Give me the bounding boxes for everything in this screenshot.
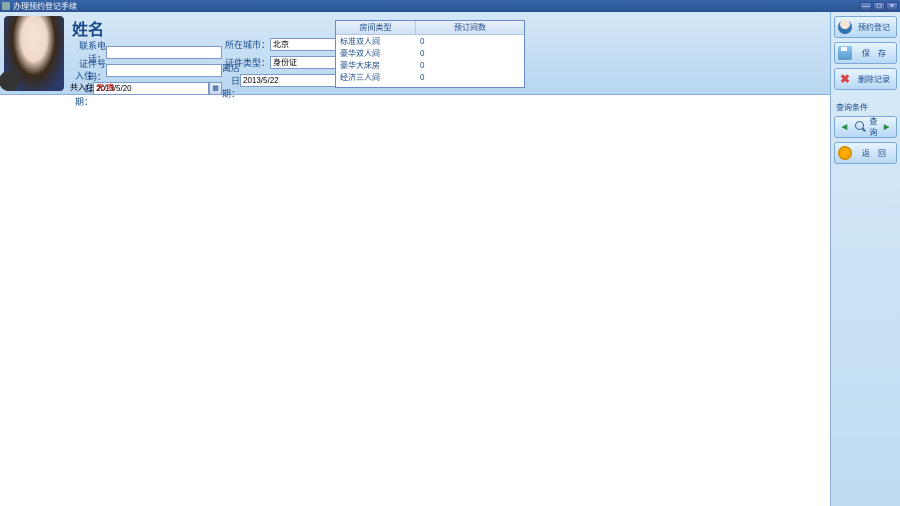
back-icon	[838, 146, 852, 160]
query-button[interactable]: ◄ 查询 ►	[834, 116, 897, 138]
name-heading: 姓名	[72, 16, 222, 40]
calendar-icon[interactable]: ▦	[209, 82, 222, 95]
delete-icon: ✖	[838, 72, 852, 86]
city-label: 所在城市：	[222, 38, 270, 51]
idtype-value: 身份证	[273, 57, 297, 68]
save-icon	[838, 46, 852, 60]
content-area	[0, 95, 830, 506]
sidebar: 预约登记 保 存 ✖ 删除记录 查询条件 ◄ 查询 ► 返 回	[830, 12, 900, 506]
room-table: 房间类型 预订间数 标准双人间 0 豪华双人间 0 豪华大床房 0 经济三人间	[335, 20, 525, 88]
arrow-right-icon: ►	[880, 120, 893, 134]
person-icon	[838, 20, 852, 34]
delete-button[interactable]: ✖ 删除记录	[834, 68, 897, 90]
maximize-button[interactable]: □	[873, 2, 885, 11]
room-count-header: 预订间数	[416, 21, 524, 34]
checkout-label: 离店日期：	[222, 61, 240, 100]
save-button[interactable]: 保 存	[834, 42, 897, 64]
search-header: 查询条件	[834, 102, 897, 113]
window-title: 办理预约登记手续	[13, 1, 860, 12]
main-panel: 姓名 联系电话： 证件号码： 入住日期： ▦	[0, 12, 830, 506]
search-icon	[854, 120, 867, 134]
table-row[interactable]: 经济三人间 0	[336, 71, 524, 83]
app-icon	[2, 2, 10, 10]
table-row[interactable]: 标准双人间 0	[336, 35, 524, 47]
form-header: 姓名 联系电话： 证件号码： 入住日期： ▦	[0, 12, 830, 95]
titlebar: 办理预约登记手续 — □ ×	[0, 0, 900, 12]
close-button[interactable]: ×	[886, 2, 898, 11]
room-type-header: 房间类型	[336, 21, 416, 34]
phone-input[interactable]	[106, 46, 222, 59]
table-row[interactable]: 豪华大床房 0	[336, 59, 524, 71]
avatar	[4, 16, 64, 91]
back-button[interactable]: 返 回	[834, 142, 897, 164]
stay-note: 共入住 天/晚	[70, 82, 114, 93]
minimize-button[interactable]: —	[860, 2, 872, 11]
table-row[interactable]: 豪华双人间 0	[336, 47, 524, 59]
arrow-left-icon: ◄	[838, 120, 851, 134]
id-input[interactable]	[106, 64, 222, 77]
window-controls: — □ ×	[860, 2, 898, 11]
register-button[interactable]: 预约登记	[834, 16, 897, 38]
city-value: 北京	[273, 39, 289, 50]
